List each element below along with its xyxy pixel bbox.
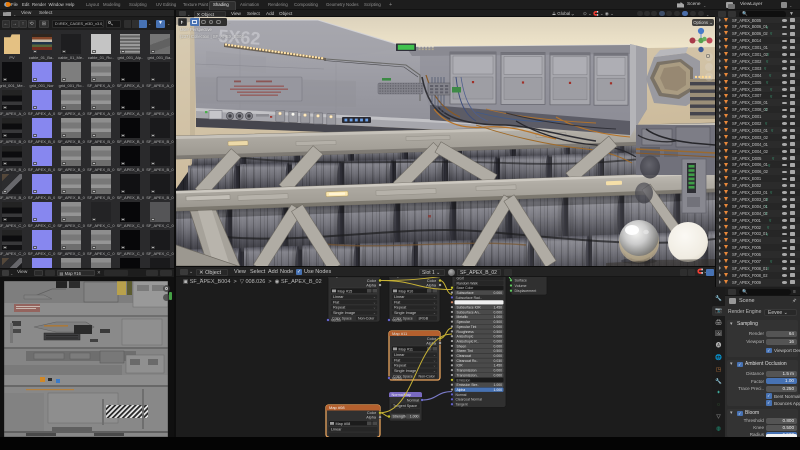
svg-text:Map #08: Map #08 — [336, 422, 351, 426]
svg-text:Map #15: Map #15 — [331, 277, 347, 278]
svg-text:Displacement: Displacement — [515, 289, 537, 293]
svg-text:0.000: 0.000 — [494, 369, 503, 373]
svg-text:Map #10: Map #10 — [399, 289, 414, 293]
svg-text:Linear: Linear — [331, 428, 342, 432]
svg-text:0.000: 0.000 — [494, 310, 503, 314]
svg-text:Map #15: Map #15 — [338, 289, 353, 293]
svg-text:Linear: Linear — [394, 295, 405, 299]
svg-text:Vector: Vector — [392, 376, 403, 380]
svg-text:⌄: ⌄ — [433, 295, 436, 299]
svg-text:Non-Color: Non-Color — [419, 374, 436, 378]
svg-text:⌄: ⌄ — [373, 300, 376, 304]
svg-text:0.000: 0.000 — [494, 325, 503, 329]
svg-text:0.500: 0.500 — [494, 349, 503, 353]
svg-text:Volume: Volume — [515, 284, 527, 288]
svg-text:Metallic: Metallic — [457, 315, 469, 319]
svg-text:1.000: 1.000 — [494, 388, 503, 392]
svg-text:0.500: 0.500 — [494, 320, 503, 324]
svg-text:Transmission..: Transmission.. — [457, 373, 479, 377]
svg-text:Alpha: Alpha — [457, 388, 466, 392]
svg-text:Strength: Strength — [393, 415, 406, 419]
svg-text:0.500: 0.500 — [494, 330, 503, 334]
svg-text:Repeat: Repeat — [394, 364, 407, 368]
svg-text:Flat: Flat — [333, 300, 340, 304]
svg-text:Alpha: Alpha — [426, 283, 437, 287]
svg-text:Map #08: Map #08 — [329, 405, 345, 410]
svg-text:⌄: ⌄ — [373, 311, 376, 315]
svg-text:Normal: Normal — [456, 393, 467, 397]
svg-text:Color: Color — [427, 337, 437, 341]
svg-text:Flat: Flat — [394, 300, 401, 304]
svg-text:Anisotropic R..: Anisotropic R.. — [457, 339, 479, 343]
svg-text:Repeat: Repeat — [394, 306, 407, 310]
svg-text:Clearcoat: Clearcoat — [457, 354, 472, 358]
svg-text:Subsurface: Subsurface — [457, 291, 474, 295]
svg-text:Anisotropic: Anisotropic — [457, 335, 474, 339]
svg-text:⌄: ⌄ — [373, 306, 376, 310]
svg-text:Random Walk: Random Walk — [457, 281, 478, 285]
svg-text:Transmission: Transmission — [457, 369, 477, 373]
svg-text:1.450: 1.450 — [494, 364, 503, 368]
svg-text:⌄: ⌄ — [433, 364, 436, 368]
svg-text:0.000: 0.000 — [494, 339, 503, 343]
svg-text:Single Image: Single Image — [394, 311, 416, 315]
svg-text:1.000: 1.000 — [410, 415, 419, 419]
svg-text:Flat: Flat — [394, 358, 401, 362]
svg-text:Linear: Linear — [333, 295, 344, 299]
svg-text:Map #11: Map #11 — [392, 331, 408, 336]
svg-text:Sheen Tint: Sheen Tint — [457, 349, 473, 353]
svg-text:Clearcoat Ro..: Clearcoat Ro.. — [457, 359, 479, 363]
svg-text:Specular Tint: Specular Tint — [457, 325, 477, 329]
svg-text:NormalMap: NormalMap — [392, 393, 412, 397]
svg-text:Clearcoat Normal: Clearcoat Normal — [456, 398, 483, 402]
svg-text:1.000: 1.000 — [494, 383, 503, 387]
svg-text:GGX: GGX — [457, 277, 465, 280]
svg-text:0.000: 0.000 — [494, 335, 503, 339]
svg-text:Single Image: Single Image — [333, 311, 355, 315]
svg-text:Color: Color — [427, 279, 437, 283]
svg-text:0.000: 0.000 — [494, 373, 503, 377]
svg-text:⌄: ⌄ — [433, 306, 436, 310]
svg-text:⌄: ⌄ — [433, 353, 436, 357]
svg-text:Normal: Normal — [407, 398, 419, 402]
svg-text:0.000: 0.000 — [494, 344, 503, 348]
svg-text:0.000: 0.000 — [494, 291, 503, 295]
svg-text:1.450: 1.450 — [494, 306, 503, 310]
svg-text:Subsurface An..: Subsurface An.. — [457, 310, 481, 314]
svg-text:1.000: 1.000 — [494, 315, 503, 319]
svg-text:Subsurface Rad..: Subsurface Rad.. — [456, 296, 482, 300]
svg-text:⌄: ⌄ — [373, 295, 376, 299]
svg-text:Linear: Linear — [394, 353, 405, 357]
svg-text:Emission: Emission — [457, 378, 471, 382]
svg-text:Vector: Vector — [331, 318, 342, 322]
svg-text:IOR: IOR — [457, 364, 464, 368]
svg-text:Roughness: Roughness — [457, 330, 474, 334]
svg-text:Surface: Surface — [515, 279, 527, 283]
svg-text:sRGB: sRGB — [419, 316, 429, 320]
svg-text:Sheen: Sheen — [457, 344, 467, 348]
svg-text:Alpha: Alpha — [366, 283, 377, 287]
svg-text:⌄: ⌄ — [433, 300, 436, 304]
svg-text:⌄: ⌄ — [433, 358, 436, 362]
svg-text:Map #10: Map #10 — [392, 277, 408, 278]
svg-text:Single Image: Single Image — [394, 369, 416, 373]
svg-text:⌄: ⌄ — [433, 369, 436, 373]
svg-text:Alpha: Alpha — [366, 416, 377, 420]
svg-text:0.000: 0.000 — [494, 354, 503, 358]
svg-text:Vector: Vector — [392, 318, 403, 322]
svg-text:0.030: 0.030 — [494, 359, 503, 363]
svg-text:Subsurface IOR: Subsurface IOR — [457, 306, 482, 310]
svg-text:Emission Stre..: Emission Stre.. — [457, 383, 480, 387]
svg-text:Specular: Specular — [457, 320, 471, 324]
svg-text:Color: Color — [367, 411, 377, 415]
svg-text:Repeat: Repeat — [333, 306, 346, 310]
svg-text:Base Color: Base Color — [457, 286, 475, 290]
svg-text:Color: Color — [367, 279, 377, 283]
svg-text:Tangent: Tangent — [456, 403, 468, 407]
svg-text:Non-Color: Non-Color — [358, 316, 375, 320]
svg-text:⌄: ⌄ — [433, 311, 436, 315]
svg-text:Map #11: Map #11 — [399, 347, 414, 351]
